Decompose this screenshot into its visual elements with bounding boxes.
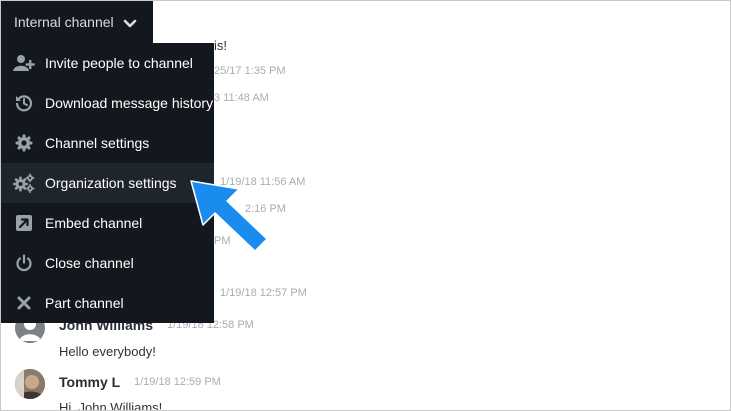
chat-window: is! 25/17 1:35 PM 3 11:48 AM 1/19/18 11:… [0, 0, 731, 411]
message-text-fragment: is! [214, 38, 227, 53]
chevron-down-icon [123, 16, 137, 32]
menu-item-label: Download message history [45, 95, 214, 111]
menu-item-download-history[interactable]: Download message history [1, 83, 214, 123]
menu-item-embed-channel[interactable]: Embed channel [1, 203, 214, 243]
message-author[interactable]: Tommy L [59, 374, 120, 390]
channel-dropdown-menu: Invite people to channel Download messag… [1, 43, 214, 323]
history-icon [13, 93, 35, 113]
menu-item-channel-settings[interactable]: Channel settings [1, 123, 214, 163]
menu-item-label: Embed channel [45, 215, 143, 231]
gears-icon [13, 173, 35, 193]
avatar[interactable] [15, 369, 45, 399]
embed-icon [13, 213, 35, 233]
menu-item-close-channel[interactable]: Close channel [1, 243, 214, 283]
channel-menu-button[interactable]: Internal channel [1, 1, 153, 43]
profile-photo-icon [15, 369, 45, 399]
menu-item-label: Invite people to channel [45, 55, 193, 71]
message-text: Hello everybody! [59, 344, 156, 359]
message-text: Hi, John Williams! [59, 400, 163, 411]
gear-icon [13, 133, 35, 153]
add-user-icon [13, 53, 35, 73]
menu-item-label: Channel settings [45, 135, 150, 151]
menu-item-label: Organization settings [45, 175, 177, 191]
menu-item-part-channel[interactable]: Part channel [1, 283, 214, 323]
menu-item-invite-people[interactable]: Invite people to channel [1, 43, 214, 83]
channel-title: Internal channel [14, 14, 114, 30]
close-icon [13, 293, 35, 313]
timestamp-fragment: 25/17 1:35 PM [214, 65, 286, 77]
timestamp-fragment: 1/19/18 12:57 PM [220, 287, 307, 299]
timestamp-fragment: 3 11:48 AM [214, 92, 269, 104]
menu-item-label: Part channel [45, 295, 124, 311]
message-timestamp: 1/19/18 12:59 PM [134, 376, 221, 388]
pointer-arrow-icon [190, 180, 268, 252]
power-icon [13, 253, 35, 273]
menu-item-label: Close channel [45, 255, 134, 271]
menu-item-organization-settings[interactable]: Organization settings [1, 163, 214, 203]
